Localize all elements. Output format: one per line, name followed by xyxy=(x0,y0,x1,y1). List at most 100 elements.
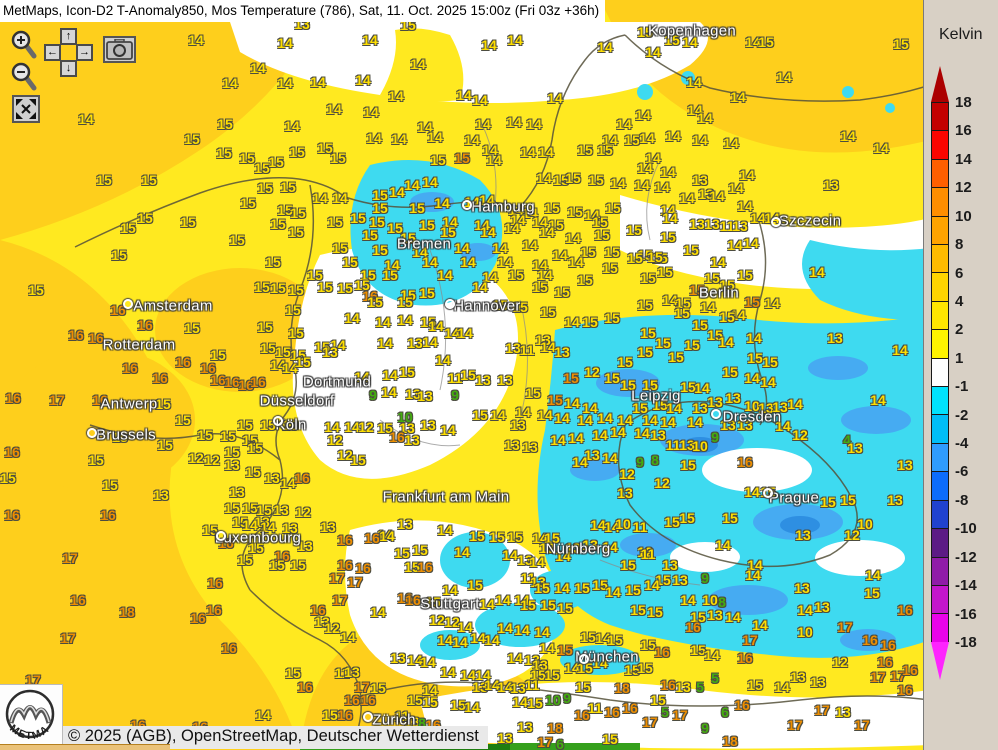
temp-reading: 13 xyxy=(689,217,705,231)
temp-reading: 14 xyxy=(539,641,555,655)
temp-reading: 14 xyxy=(639,131,655,145)
city-label: Stuttgart xyxy=(420,596,479,613)
temp-reading: 15 xyxy=(288,326,304,340)
temp-reading: 14 xyxy=(397,313,413,327)
temp-reading: 14 xyxy=(597,40,613,54)
temp-reading: 15 xyxy=(704,271,720,285)
temp-reading: 14 xyxy=(704,648,720,662)
temp-reading: 15 xyxy=(217,117,233,131)
temp-reading: 14 xyxy=(255,708,271,722)
legend-arrow-up xyxy=(931,66,949,102)
temp-reading: 15 xyxy=(640,326,656,340)
legend-segment xyxy=(932,528,948,556)
temp-reading: 17 xyxy=(742,633,758,647)
fullscreen-button[interactable] xyxy=(12,95,40,123)
temp-reading: 12 xyxy=(832,655,848,669)
temp-reading: 16 xyxy=(221,641,237,655)
temp-reading: 16 xyxy=(175,355,191,369)
temp-reading: 14 xyxy=(427,130,443,144)
temp-reading: 14 xyxy=(514,623,530,637)
temp-reading: 15 xyxy=(260,341,276,355)
temp-reading: 15 xyxy=(257,181,273,195)
temp-reading: 15 xyxy=(544,668,560,682)
temp-reading: 11 xyxy=(633,520,648,534)
temp-reading: 17 xyxy=(854,718,870,732)
temp-reading: 15 xyxy=(762,355,778,369)
screenshot-button[interactable] xyxy=(103,36,136,63)
temp-reading: 15 xyxy=(237,418,253,432)
city-marker xyxy=(579,654,589,664)
map-title: MetMaps, Icon-D2 T-Anomaly850, Mos Tempe… xyxy=(0,0,605,22)
temp-reading: 5 xyxy=(711,671,719,685)
temp-reading: 15 xyxy=(554,285,570,299)
temp-reading: 14 xyxy=(363,105,379,119)
pan-left-button[interactable]: ← xyxy=(44,44,61,61)
zoom-out-button[interactable] xyxy=(10,61,37,97)
temp-reading: 16 xyxy=(355,561,371,575)
temp-reading: 17 xyxy=(49,393,65,407)
temp-reading: 14 xyxy=(592,428,608,442)
temp-reading: 14 xyxy=(480,225,496,239)
temp-reading: 15 xyxy=(288,283,304,297)
temp-reading: 15 xyxy=(469,529,485,543)
temp-reading: 15 xyxy=(399,365,415,379)
temp-reading: 14 xyxy=(456,88,472,102)
temp-reading: 15 xyxy=(382,268,398,282)
temp-reading: 15 xyxy=(430,153,446,167)
legend-panel: Kelvin 181614121086421-1-2-4-6-8-10-12-1… xyxy=(923,0,998,750)
temp-reading: 13 xyxy=(390,651,406,665)
temp-reading: 14 xyxy=(379,529,395,543)
temp-reading: 15 xyxy=(602,261,618,275)
weather-map-canvas[interactable]: 14 14 14 14 14 14 15 14 15 15 15 15 15 15 15 15 15 15 15 15… xyxy=(0,0,930,750)
legend-segment xyxy=(932,159,948,187)
metmaps-logo[interactable]: METMAPS xyxy=(0,684,63,750)
pan-up-button[interactable]: ↑ xyxy=(60,28,77,45)
temp-reading: 13 xyxy=(320,520,336,534)
temp-reading: 16 xyxy=(4,508,20,522)
temp-reading: 14 xyxy=(797,603,813,617)
temp-reading: 17 xyxy=(329,571,345,585)
temp-reading: 15 xyxy=(88,453,104,467)
temp-reading: 14 xyxy=(492,241,508,255)
temp-reading: 9 xyxy=(451,388,459,402)
temp-reading: 15 xyxy=(627,251,643,265)
temp-reading: 15 xyxy=(141,173,157,187)
temp-reading: 16 xyxy=(862,633,878,647)
temp-reading: 14 xyxy=(388,89,404,103)
temp-reading: 14 xyxy=(694,381,710,395)
temp-reading: 15 xyxy=(120,221,136,235)
legend-segments xyxy=(931,102,949,642)
temp-reading: 11 xyxy=(525,678,540,692)
temp-reading: 12 xyxy=(429,613,445,627)
temp-reading: 14 xyxy=(723,136,739,150)
temp-reading: 15 xyxy=(285,666,301,680)
temp-reading: 15 xyxy=(372,201,388,215)
temp-reading: 14 xyxy=(454,241,470,255)
temp-reading: 13 xyxy=(823,178,839,192)
temp-reading: 14 xyxy=(554,411,570,425)
temp-reading: 14 xyxy=(547,91,563,105)
zoom-in-button[interactable] xyxy=(10,29,37,65)
temp-reading: 17 xyxy=(672,708,688,722)
pan-right-button[interactable]: → xyxy=(76,44,93,61)
temp-reading: 15 xyxy=(747,678,763,692)
legend-segment xyxy=(932,130,948,158)
temp-reading: 11 xyxy=(520,343,535,357)
temp-reading: 14 xyxy=(892,343,908,357)
temp-reading: 15 xyxy=(419,218,435,232)
temp-reading: 13 xyxy=(404,433,420,447)
temp-reading: 15 xyxy=(637,345,653,359)
temp-reading: 13 xyxy=(835,705,851,719)
temp-reading: 14 xyxy=(457,326,473,340)
temp-reading: 15 xyxy=(864,586,880,600)
city-label: Amsterdam xyxy=(133,298,212,315)
temp-reading: 14 xyxy=(250,61,266,75)
temp-reading: 17 xyxy=(870,670,886,684)
temp-reading: 15 xyxy=(637,298,653,312)
legend-tick: -18 xyxy=(955,635,977,650)
temp-reading: 14 xyxy=(715,538,731,552)
temp-reading: 16 xyxy=(897,683,913,697)
temp-reading: 14 xyxy=(577,413,593,427)
pan-down-button[interactable]: ↓ xyxy=(60,60,77,77)
temp-reading: 12 xyxy=(337,448,353,462)
